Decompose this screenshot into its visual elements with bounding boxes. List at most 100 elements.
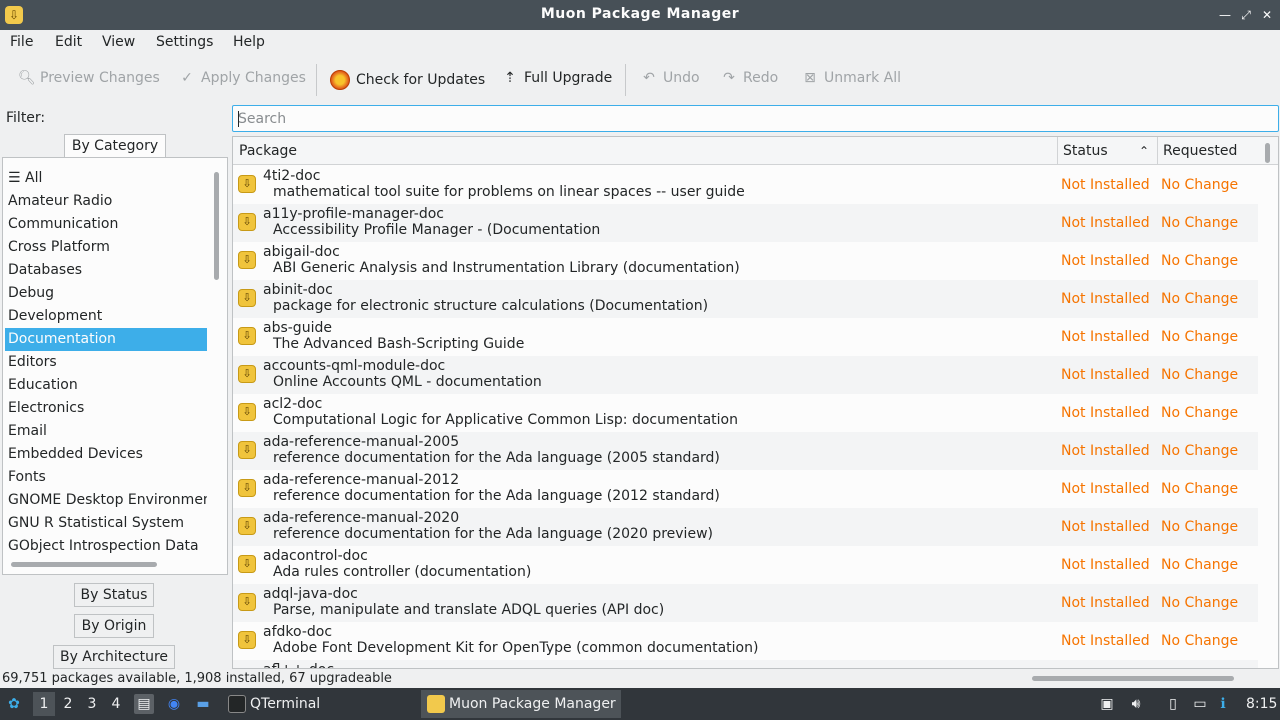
category-item[interactable]: Databases — [5, 259, 207, 282]
volume-icon[interactable]: 🔊︎ — [1126, 694, 1146, 714]
category-label: GObject Introspection Data — [8, 538, 199, 554]
redo-icon: ↷ — [723, 70, 735, 86]
task-muon[interactable]: Muon Package Manager — [421, 690, 621, 718]
tab-by-category[interactable]: By Category — [64, 134, 166, 158]
vertical-scrollbar[interactable] — [214, 172, 219, 280]
network-icon[interactable]: ▭ — [1190, 694, 1210, 714]
category-item[interactable]: Debug — [5, 282, 207, 305]
menu-help[interactable]: Help — [233, 34, 265, 50]
package-name: abinit-doc — [263, 282, 333, 298]
category-item[interactable]: Email — [5, 420, 207, 443]
category-item[interactable]: Electronics — [5, 397, 207, 420]
package-name: adacontrol-doc — [263, 548, 368, 564]
preview-changes-button[interactable]: 🔍︎ Preview Changes — [18, 70, 160, 86]
column-package[interactable]: Package — [233, 137, 1057, 165]
toolbar-separator — [625, 64, 626, 96]
category-label: Email — [8, 423, 47, 439]
table-row[interactable]: ⇩ afdko-doc Adobe Font Development Kit for… — [233, 622, 1258, 660]
category-item[interactable]: Embedded Devices — [5, 443, 207, 466]
package-requested: No Change — [1161, 291, 1239, 307]
menu-file[interactable]: File — [10, 34, 33, 50]
apply-changes-label: Apply Changes — [201, 70, 306, 86]
table-row[interactable]: ⇩ abs-guide The Advanced Bash-Scripting Gu… — [233, 318, 1258, 356]
category-label: Cross Platform — [8, 239, 110, 255]
category-items: ☰ All Amateur Radio Communication Cross Pla… — [5, 167, 207, 558]
category-item[interactable]: Editors — [5, 351, 207, 374]
desktop-1[interactable]: 1 — [33, 692, 55, 716]
task-qterminal[interactable]: QTerminal — [222, 690, 418, 718]
table-row[interactable]: ⇩ 4ti2-doc mathematical tool suite for pro… — [233, 166, 1258, 204]
terminal-icon — [228, 695, 246, 713]
package-requested: No Change — [1161, 367, 1239, 383]
table-row[interactable]: ⇩ abigail-doc ABI Generic Analysis and Ins… — [233, 242, 1258, 280]
desktop-4[interactable]: 4 — [105, 692, 127, 716]
category-item[interactable]: Communication — [5, 213, 207, 236]
undo-button[interactable]: ↶ Undo — [641, 70, 699, 86]
menu-edit[interactable]: Edit — [55, 34, 82, 50]
redo-button[interactable]: ↷ Redo — [721, 70, 778, 86]
package-description: Parse, manipulate and translate ADQL que… — [273, 602, 665, 618]
clipboard-icon[interactable]: ▣ — [1097, 694, 1117, 714]
category-item[interactable]: Education — [5, 374, 207, 397]
close-icon[interactable]: ✕ — [1258, 6, 1276, 24]
tab-by-origin[interactable]: By Origin — [74, 614, 154, 638]
table-row[interactable]: ⇩ abinit-doc package for electronic struct… — [233, 280, 1258, 318]
package-status: Not Installed — [1061, 633, 1150, 649]
full-upgrade-button[interactable]: ⇡ Full Upgrade — [502, 70, 612, 86]
search-field[interactable] — [232, 105, 1279, 132]
category-item[interactable]: GNU R Statistical System — [5, 512, 207, 535]
package-status: Not Installed — [1061, 405, 1150, 421]
table-row[interactable]: ⇩ adql-java-doc Parse, manipulate and tran… — [233, 584, 1258, 622]
package-name: a11y-profile-manager-doc — [263, 206, 444, 222]
status-bar: 69,751 packages available, 1,908 install… — [0, 670, 1280, 688]
document-icon[interactable]: ▯ — [1163, 694, 1183, 714]
minimize-icon[interactable]: — — [1216, 6, 1234, 24]
notification-icon[interactable]: ℹ — [1213, 694, 1233, 714]
package-name: afdko-doc — [263, 624, 333, 640]
horizontal-scrollbar[interactable] — [1032, 676, 1234, 681]
desktop-3[interactable]: 3 — [81, 692, 103, 716]
horizontal-scrollbar[interactable] — [11, 562, 157, 567]
table-row[interactable]: ⇩ ada-reference-manual-2012 reference docu… — [233, 470, 1258, 508]
column-requested[interactable]: Requested — [1157, 137, 1257, 165]
unmark-all-button[interactable]: ⊠ Unmark All — [802, 70, 901, 86]
category-item[interactable]: GObject Introspection Data — [5, 535, 207, 558]
maximize-icon[interactable]: ⤢ — [1237, 6, 1255, 24]
package-status: Not Installed — [1061, 177, 1150, 193]
category-item[interactable]: Amateur Radio — [5, 190, 207, 213]
desktop-icon[interactable]: ▬ — [193, 694, 213, 714]
table-row[interactable]: ⇩ ada-reference-manual-2005 reference docu… — [233, 432, 1258, 470]
package-name: abs-guide — [263, 320, 332, 336]
category-item[interactable]: Development — [5, 305, 207, 328]
category-item[interactable]: GNOME Desktop Environment — [5, 489, 207, 512]
table-row[interactable]: ⇩ ada-reference-manual-2020 reference docu… — [233, 508, 1258, 546]
task-qterminal-label: QTerminal — [250, 696, 321, 712]
search-input[interactable] — [233, 106, 1278, 131]
category-item[interactable]: ☰ All — [5, 167, 207, 190]
table-row[interactable]: ⇩ acl2-doc Computational Logic for Applica… — [233, 394, 1258, 432]
category-item[interactable]: Fonts — [5, 466, 207, 489]
apply-changes-button[interactable]: ✓ Apply Changes — [179, 70, 306, 86]
table-row[interactable]: ⇩ accounts-qml-module-doc Online Accounts … — [233, 356, 1258, 394]
package-description: The Advanced Bash-Scripting Guide — [273, 336, 525, 352]
menu-settings[interactable]: Settings — [156, 34, 213, 50]
category-item[interactable]: Documentation — [5, 328, 207, 351]
package-icon: ⇩ — [238, 289, 256, 307]
table-row[interactable]: ⇩ a11y-profile-manager-doc Accessibility P… — [233, 204, 1258, 242]
task-muon-label: Muon Package Manager — [449, 696, 616, 712]
start-menu-icon[interactable]: ✿ — [4, 694, 24, 714]
table-row[interactable]: ⇩afl++-doc — [233, 660, 1258, 668]
file-manager-icon[interactable]: ▤ — [134, 694, 154, 714]
tab-by-status[interactable]: By Status — [74, 583, 154, 607]
desktop-2[interactable]: 2 — [57, 692, 79, 716]
menu-view[interactable]: View — [102, 34, 135, 50]
package-name: ada-reference-manual-2012 — [263, 472, 460, 488]
package-description: reference documentation for the Ada lang… — [273, 450, 720, 466]
package-name: adql-java-doc — [263, 586, 358, 602]
category-item[interactable]: Cross Platform — [5, 236, 207, 259]
tab-by-architecture[interactable]: By Architecture — [53, 645, 175, 669]
vertical-scrollbar[interactable] — [1265, 143, 1270, 163]
table-row[interactable]: ⇩ adacontrol-doc Ada rules controller (doc… — [233, 546, 1258, 584]
browser-icon[interactable]: ◉ — [164, 694, 184, 714]
check-for-updates-button[interactable]: Check for Updates — [330, 70, 485, 90]
